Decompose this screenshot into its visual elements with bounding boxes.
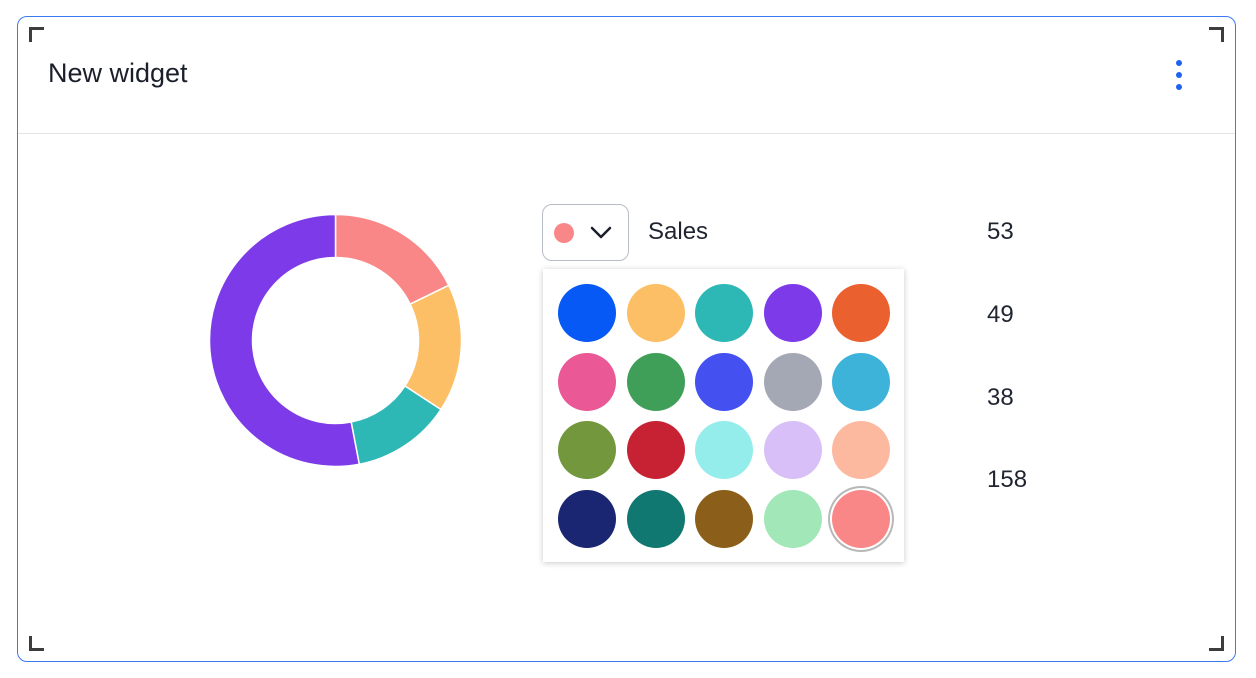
palette-color-option[interactable] — [626, 352, 685, 411]
palette-color-option[interactable] — [558, 352, 616, 411]
legend-label-sales: Sales — [648, 218, 709, 245]
legend-value-2: 38 — [987, 384, 1014, 411]
palette-color-option[interactable] — [558, 284, 616, 342]
palette-color-option[interactable] — [763, 421, 822, 479]
donut-slice-0[interactable] — [334, 213, 450, 306]
palette-color-option[interactable] — [558, 421, 616, 479]
widget-title: New widget — [48, 58, 188, 88]
palette-color-option[interactable] — [763, 489, 822, 548]
selected-color-swatch — [554, 223, 574, 243]
chevron-down-icon — [590, 226, 612, 239]
palette-color-option[interactable] — [832, 284, 890, 342]
palette-color-option[interactable] — [626, 421, 685, 479]
palette-color-option[interactable] — [763, 284, 822, 342]
palette-color-option[interactable] — [626, 489, 685, 548]
color-palette-popover — [543, 269, 904, 562]
resize-corner-bottom-left[interactable] — [29, 636, 44, 651]
palette-color-option[interactable] — [695, 284, 753, 342]
widget-card: New widget Sales 53 49 38 158 — [17, 16, 1236, 662]
palette-color-option[interactable] — [832, 489, 890, 548]
legend-value-1: 49 — [987, 301, 1014, 328]
palette-color-option[interactable] — [558, 489, 616, 548]
donut-chart — [208, 213, 463, 468]
legend-value-3: 158 — [987, 466, 1028, 493]
palette-color-option[interactable] — [695, 489, 753, 548]
palette-color-option[interactable] — [626, 284, 685, 342]
legend-value-0: 53 — [987, 218, 1014, 245]
palette-color-option[interactable] — [695, 352, 753, 411]
palette-color-option[interactable] — [763, 352, 822, 411]
palette-color-option[interactable] — [695, 421, 753, 479]
palette-color-option[interactable] — [832, 352, 890, 411]
palette-color-option[interactable] — [832, 421, 890, 479]
color-picker-button[interactable] — [542, 204, 629, 261]
widget-header: New widget — [18, 17, 1235, 134]
kebab-menu-icon[interactable] — [1169, 58, 1189, 92]
resize-corner-bottom-right[interactable] — [1209, 636, 1224, 651]
